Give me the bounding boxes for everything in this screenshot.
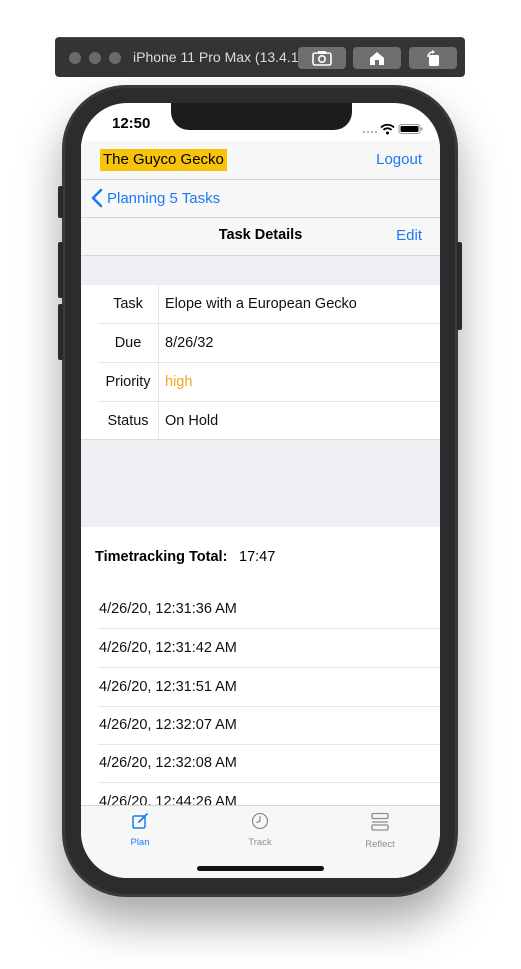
logout-button[interactable]: Logout — [376, 151, 422, 168]
time-entry-row[interactable]: 4/26/20, 12:31:36 AM — [98, 590, 440, 629]
section-spacer — [81, 439, 440, 527]
tab-label: Plan — [130, 837, 150, 848]
tab-label: Reflect — [365, 839, 395, 850]
tab-label: Track — [248, 837, 272, 848]
back-button[interactable]: Planning 5 Tasks — [91, 188, 220, 208]
detail-row-priority[interactable]: Priority high — [98, 363, 440, 402]
priority-value: high — [165, 374, 193, 390]
simulator-title: iPhone 11 Pro Max (13.4.1) — [133, 49, 304, 65]
home-indicator[interactable] — [197, 866, 324, 871]
detail-row-task[interactable]: Task Elope with a European Gecko — [98, 285, 440, 324]
status-time: 12:50 — [112, 115, 151, 132]
detail-row-due[interactable]: Due 8/26/32 — [98, 324, 440, 363]
time-entry-row[interactable]: 4/26/20, 12:32:07 AM — [98, 706, 440, 745]
chevron-left-icon — [91, 188, 103, 208]
window-close-dot[interactable] — [69, 52, 81, 64]
back-navigation-bar: Planning 5 Tasks — [81, 180, 440, 218]
mute-switch — [58, 186, 63, 218]
time-entry-text: 4/26/20, 12:31:51 AM — [99, 679, 237, 695]
tab-plan[interactable]: Plan — [100, 812, 180, 848]
task-details-table: Task Elope with a European Gecko Due 8/2… — [81, 285, 440, 440]
volume-down-button — [58, 304, 63, 360]
home-icon — [370, 52, 384, 65]
time-entry-row[interactable]: 4/26/20, 12:32:08 AM — [98, 744, 440, 783]
time-entry-text: 4/26/20, 12:32:08 AM — [99, 755, 237, 771]
brand-title: The Guyco Gecko — [100, 149, 227, 171]
time-entry-text: 4/26/20, 12:31:42 AM — [99, 640, 237, 656]
detail-label: Due — [98, 324, 159, 362]
edit-icon — [132, 813, 148, 829]
status-icons — [362, 122, 424, 140]
phone-screen: 12:50 The Guyco Gecko Logout Planning 5 … — [81, 103, 440, 878]
edit-button[interactable]: Edit — [396, 227, 422, 244]
detail-value: Elope with a European Gecko — [165, 296, 357, 312]
detail-row-status[interactable]: Status On Hold — [98, 402, 440, 440]
camera-icon — [312, 51, 332, 66]
timetracking-total: 17:47 — [239, 549, 276, 565]
time-entry-text: 4/26/20, 12:31:36 AM — [99, 601, 237, 617]
window-zoom-dot[interactable] — [109, 52, 121, 64]
detail-value: On Hold — [165, 413, 219, 429]
time-entry-row[interactable]: 4/26/20, 12:31:51 AM — [98, 668, 440, 707]
notch — [171, 103, 352, 130]
section-spacer — [81, 256, 440, 286]
rotate-button[interactable] — [409, 47, 457, 69]
wifi-icon — [380, 123, 395, 135]
battery-icon — [398, 124, 423, 134]
app-header: The Guyco Gecko Logout — [81, 141, 440, 180]
time-entry-row[interactable]: 4/26/20, 12:31:42 AM — [98, 629, 440, 668]
detail-label: Status — [98, 402, 159, 440]
time-entry-text: 4/26/20, 12:32:07 AM — [99, 717, 237, 733]
window-minimize-dot[interactable] — [89, 52, 101, 64]
task-details-nav: Task Details Edit — [81, 218, 440, 256]
rotate-icon — [427, 50, 439, 66]
clock-icon — [251, 812, 269, 830]
tab-reflect[interactable]: Reflect — [340, 812, 420, 850]
detail-label: Task — [98, 285, 159, 323]
volume-up-button — [58, 242, 63, 298]
reflect-icon — [371, 812, 389, 831]
home-button[interactable] — [353, 47, 401, 69]
simulator-toolbar: iPhone 11 Pro Max (13.4.1) — [55, 37, 465, 77]
timetracking-label: Timetracking Total: — [95, 549, 228, 565]
back-label: Planning 5 Tasks — [107, 189, 221, 207]
screenshot-button[interactable] — [298, 47, 346, 69]
page-title: Task Details — [218, 227, 303, 243]
detail-value: 8/26/32 — [165, 335, 214, 351]
signal-icon — [362, 130, 378, 134]
detail-label: Priority — [98, 363, 159, 401]
power-button — [457, 242, 462, 330]
tab-track[interactable]: Track — [220, 812, 300, 848]
